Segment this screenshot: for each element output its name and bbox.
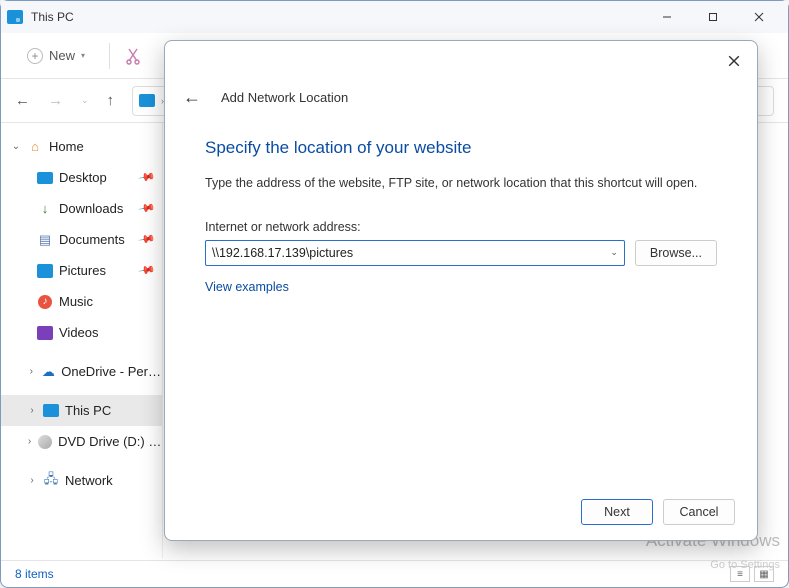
page-heading: Specify the location of your website: [205, 138, 717, 158]
sidebar-item-label: Desktop: [59, 170, 107, 185]
new-button-label: New: [49, 48, 75, 63]
pin-icon: 📌: [138, 199, 157, 218]
sidebar-item-home[interactable]: ⌄ ⌂ Home: [1, 131, 162, 162]
pin-icon: 📌: [138, 168, 157, 187]
this-pc-icon: [43, 403, 59, 419]
nav-recent-dropdown[interactable]: ⌄: [81, 95, 89, 106]
network-icon: 🖧: [43, 473, 59, 489]
view-examples-link[interactable]: View examples: [205, 280, 717, 294]
sidebar-item-label: Music: [59, 294, 93, 309]
page-description: Type the address of the website, FTP sit…: [205, 176, 717, 190]
sidebar-item-label: Home: [49, 139, 84, 154]
minimize-button[interactable]: [644, 2, 690, 32]
sidebar-item-documents[interactable]: ▤ Documents 📌: [1, 224, 162, 255]
plus-icon: +: [27, 48, 43, 64]
sidebar-item-label: Documents: [59, 232, 125, 247]
address-input[interactable]: [212, 246, 602, 260]
sidebar-item-label: Downloads: [59, 201, 123, 216]
cancel-button[interactable]: Cancel: [663, 499, 735, 525]
tiles-view-button[interactable]: ▦: [754, 566, 774, 582]
next-button-label: Next: [604, 505, 630, 519]
new-button[interactable]: + New ▾: [17, 44, 95, 68]
dialog-body: Specify the location of your website Typ…: [165, 122, 757, 304]
navigation-pane: ⌄ ⌂ Home Desktop 📌 ↓ Downloads 📌 ▤ Docum…: [1, 123, 163, 559]
cloud-icon: ☁: [42, 364, 56, 380]
chevron-down-icon[interactable]: ⌄: [610, 247, 618, 258]
browse-button-label: Browse...: [650, 246, 702, 260]
separator: [109, 43, 110, 69]
close-button[interactable]: [736, 2, 782, 32]
sidebar-item-network[interactable]: › 🖧 Network: [1, 465, 162, 496]
nav-forward-button[interactable]: →: [48, 92, 63, 109]
sidebar-item-label: This PC: [65, 403, 111, 418]
wizard-back-button[interactable]: ←: [183, 87, 201, 108]
view-toggle: ≡ ▦: [730, 566, 774, 582]
sidebar-item-pictures[interactable]: Pictures 📌: [1, 255, 162, 286]
sidebar-item-music[interactable]: ♪ Music: [1, 286, 162, 317]
documents-icon: ▤: [37, 232, 53, 248]
cancel-button-label: Cancel: [680, 505, 719, 519]
home-icon: ⌂: [27, 139, 43, 155]
pin-icon: 📌: [138, 261, 157, 280]
videos-icon: [37, 325, 53, 341]
sidebar-item-label: Network: [65, 473, 113, 488]
window-title: This PC: [31, 10, 74, 24]
dialog-close-button[interactable]: [711, 41, 757, 81]
maximize-button[interactable]: [690, 2, 736, 32]
browse-button[interactable]: Browse...: [635, 240, 717, 266]
nav-back-button[interactable]: ←: [15, 92, 30, 109]
chevron-down-icon: ▾: [81, 51, 85, 60]
wizard-title: Add Network Location: [221, 90, 348, 105]
dialog-header: ← Add Network Location: [165, 81, 757, 122]
dialog-titlebar: [165, 41, 757, 81]
item-count: 8 items: [15, 567, 54, 581]
address-combobox[interactable]: ⌄: [205, 240, 625, 266]
sidebar-item-onedrive[interactable]: › ☁ OneDrive - Personal: [1, 356, 162, 387]
sidebar-item-label: Pictures: [59, 263, 106, 278]
chevron-down-icon: ⌄: [11, 141, 21, 152]
this-pc-icon: [7, 10, 23, 24]
chevron-right-icon: ›: [27, 475, 37, 486]
pictures-icon: [37, 263, 53, 279]
add-network-location-dialog: ← Add Network Location Specify the locat…: [164, 40, 758, 541]
window-titlebar: This PC: [1, 1, 788, 33]
address-field-label: Internet or network address:: [205, 220, 717, 234]
sidebar-item-downloads[interactable]: ↓ Downloads 📌: [1, 193, 162, 224]
chevron-right-icon: ›: [27, 436, 32, 447]
sidebar-item-desktop[interactable]: Desktop 📌: [1, 162, 162, 193]
sidebar-item-label: DVD Drive (D:) CCCOMA_X64FRE: [58, 434, 162, 449]
desktop-icon: [37, 170, 53, 186]
sidebar-item-this-pc[interactable]: › This PC: [1, 395, 162, 426]
sidebar-item-dvd[interactable]: › DVD Drive (D:) CCCOMA_X64FRE: [1, 426, 162, 457]
sidebar-item-videos[interactable]: Videos: [1, 317, 162, 348]
pin-icon: 📌: [138, 230, 157, 249]
sidebar-item-label: OneDrive - Personal: [61, 364, 162, 379]
details-view-button[interactable]: ≡: [730, 566, 750, 582]
downloads-icon: ↓: [37, 201, 53, 217]
next-button[interactable]: Next: [581, 499, 653, 525]
cut-icon[interactable]: [124, 46, 144, 66]
status-bar: 8 items ≡ ▦: [1, 560, 788, 587]
dvd-icon: [38, 434, 52, 450]
dialog-footer: Next Cancel: [165, 484, 757, 540]
chevron-right-icon: ›: [27, 405, 37, 416]
sidebar-item-label: Videos: [59, 325, 99, 340]
view-examples-label: View examples: [205, 280, 289, 294]
chevron-right-icon: ›: [27, 366, 36, 377]
nav-up-button[interactable]: ↑: [107, 92, 115, 109]
address-pc-icon: [139, 94, 155, 107]
music-icon: ♪: [37, 294, 53, 310]
